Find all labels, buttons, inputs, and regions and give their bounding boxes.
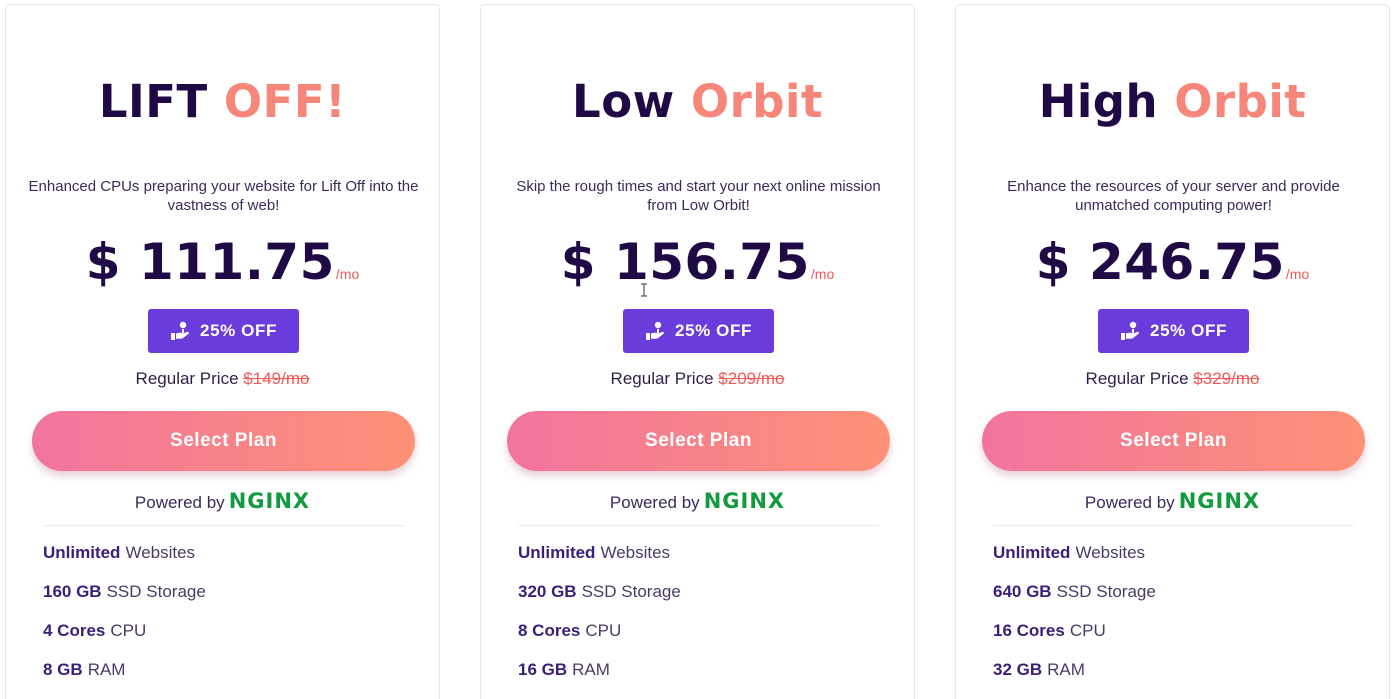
regular-price-label: Regular Price bbox=[135, 369, 239, 388]
plan-price: $ 246.75 bbox=[1035, 233, 1285, 291]
feature-item: 4 Cores CPU bbox=[43, 621, 403, 660]
price-period: /mo bbox=[810, 266, 835, 282]
feature-strong: 8 GB bbox=[43, 660, 83, 679]
pricing-cards: LIFT OFF! Enhanced CPUs preparing your w… bbox=[0, 0, 1395, 699]
feature-strong: Unlimited bbox=[518, 543, 596, 562]
regular-price-value: $149/mo bbox=[243, 369, 310, 388]
nginx-logo: NGINX bbox=[703, 489, 786, 513]
regular-price-value: $209/mo bbox=[718, 369, 785, 388]
feature-strong: 160 GB bbox=[43, 582, 102, 601]
plan-description: Enhanced CPUs preparing your website for… bbox=[28, 178, 419, 214]
discount-badge: 25% OFF bbox=[148, 309, 299, 353]
plan-title-accent: Orbit bbox=[1174, 75, 1307, 128]
feature-item: Unlimited Websites bbox=[518, 543, 878, 582]
feature-strong: 4 Cores bbox=[43, 621, 106, 640]
feature-strong: 32 GB bbox=[993, 660, 1043, 679]
price-period: /mo bbox=[1285, 266, 1310, 282]
discount-label: 25% OFF bbox=[675, 321, 752, 340]
feature-item: 8 Cores CPU bbox=[518, 621, 878, 660]
plan-price: $ 111.75 bbox=[85, 233, 335, 291]
plan-card-high-orbit: High Orbit Enhance the resources of your… bbox=[955, 4, 1390, 699]
feature-item: 320 GB SSD Storage bbox=[518, 582, 878, 621]
plan-card-lift-off: LIFT OFF! Enhanced CPUs preparing your w… bbox=[5, 4, 440, 699]
feature-item: Unlimited Websites bbox=[43, 543, 403, 582]
feature-rest: RAM bbox=[1047, 660, 1085, 679]
feature-item: 160 GB SSD Storage bbox=[43, 582, 403, 621]
price-row: $ 111.75/mo bbox=[6, 233, 439, 291]
feature-strong: 16 GB bbox=[518, 660, 568, 679]
feature-item: 16 Cores CPU bbox=[993, 621, 1353, 660]
divider bbox=[43, 525, 404, 526]
discount-badge: 25% OFF bbox=[1098, 309, 1249, 353]
plan-title: Low Orbit bbox=[481, 75, 914, 128]
feature-strong: Unlimited bbox=[43, 543, 121, 562]
discount-label: 25% OFF bbox=[200, 321, 277, 340]
divider bbox=[993, 525, 1354, 526]
feature-item: 640 GB SSD Storage bbox=[993, 582, 1353, 621]
feature-rest: RAM bbox=[87, 660, 126, 679]
feature-item: 32 GB RAM bbox=[993, 660, 1353, 699]
plan-title-main: High bbox=[1038, 75, 1159, 128]
powered-by-label: Powered by bbox=[1084, 493, 1175, 512]
plan-description: Skip the rough times and start your next… bbox=[516, 178, 881, 214]
select-plan-button[interactable]: Select Plan bbox=[507, 411, 890, 471]
feature-rest: SSD Storage bbox=[106, 582, 206, 601]
feature-rest: SSD Storage bbox=[581, 582, 681, 601]
select-plan-button[interactable]: Select Plan bbox=[32, 411, 415, 471]
feature-rest: CPU bbox=[1069, 621, 1106, 640]
plan-price: $ 156.75 bbox=[560, 233, 810, 291]
hand-coin-icon bbox=[1121, 321, 1139, 340]
regular-price-row: Regular Price $209/mo bbox=[481, 369, 914, 389]
regular-price-row: Regular Price $149/mo bbox=[6, 369, 439, 389]
divider bbox=[518, 525, 879, 526]
feature-list: Unlimited Websites 640 GB SSD Storage 16 C… bbox=[993, 543, 1353, 699]
price-period: /mo bbox=[335, 266, 360, 282]
regular-price-label: Regular Price bbox=[1085, 369, 1189, 388]
plan-title: LIFT OFF! bbox=[6, 75, 439, 128]
powered-by: Powered by NGINX bbox=[6, 489, 439, 513]
text-cursor-icon bbox=[641, 283, 647, 297]
feature-rest: CPU bbox=[585, 621, 622, 640]
plan-title-accent: OFF! bbox=[223, 75, 347, 128]
feature-rest: Websites bbox=[125, 543, 196, 562]
hand-coin-icon bbox=[646, 321, 664, 340]
feature-rest: Websites bbox=[600, 543, 671, 562]
regular-price-value: $329/mo bbox=[1193, 369, 1260, 388]
feature-rest: SSD Storage bbox=[1056, 582, 1156, 601]
feature-list: Unlimited Websites 320 GB SSD Storage 8 Co… bbox=[518, 543, 878, 699]
price-row: $ 156.75/mo bbox=[481, 233, 914, 291]
feature-strong: 640 GB bbox=[993, 582, 1052, 601]
feature-item: 16 GB RAM bbox=[518, 660, 878, 699]
hand-coin-icon bbox=[171, 321, 189, 340]
plan-card-low-orbit: Low Orbit Skip the rough times and start… bbox=[480, 4, 915, 699]
feature-strong: 8 Cores bbox=[518, 621, 581, 640]
nginx-logo: NGINX bbox=[228, 489, 311, 513]
powered-by: Powered by NGINX bbox=[956, 489, 1389, 513]
feature-rest: CPU bbox=[110, 621, 147, 640]
regular-price-row: Regular Price $329/mo bbox=[956, 369, 1389, 389]
plan-title-accent: Orbit bbox=[690, 75, 823, 128]
feature-list: Unlimited Websites 160 GB SSD Storage 4 Co… bbox=[43, 543, 403, 699]
feature-item: Unlimited Websites bbox=[993, 543, 1353, 582]
powered-by: Powered by NGINX bbox=[481, 489, 914, 513]
discount-label: 25% OFF bbox=[1150, 321, 1227, 340]
plan-title: High Orbit bbox=[956, 75, 1389, 128]
discount-badge: 25% OFF bbox=[623, 309, 774, 353]
plan-title-main: LIFT bbox=[98, 75, 208, 128]
select-plan-button[interactable]: Select Plan bbox=[982, 411, 1365, 471]
feature-rest: RAM bbox=[572, 660, 610, 679]
feature-rest: Websites bbox=[1075, 543, 1146, 562]
powered-by-label: Powered by bbox=[609, 493, 700, 512]
price-row: $ 246.75/mo bbox=[956, 233, 1389, 291]
plan-description: Enhance the resources of your server and… bbox=[1007, 178, 1340, 214]
plan-title-main: Low bbox=[572, 75, 675, 128]
nginx-logo: NGINX bbox=[1178, 489, 1261, 513]
feature-strong: 320 GB bbox=[518, 582, 577, 601]
powered-by-label: Powered by bbox=[134, 493, 225, 512]
feature-strong: 16 Cores bbox=[993, 621, 1065, 640]
feature-strong: Unlimited bbox=[993, 543, 1071, 562]
regular-price-label: Regular Price bbox=[610, 369, 714, 388]
feature-item: 8 GB RAM bbox=[43, 660, 403, 699]
